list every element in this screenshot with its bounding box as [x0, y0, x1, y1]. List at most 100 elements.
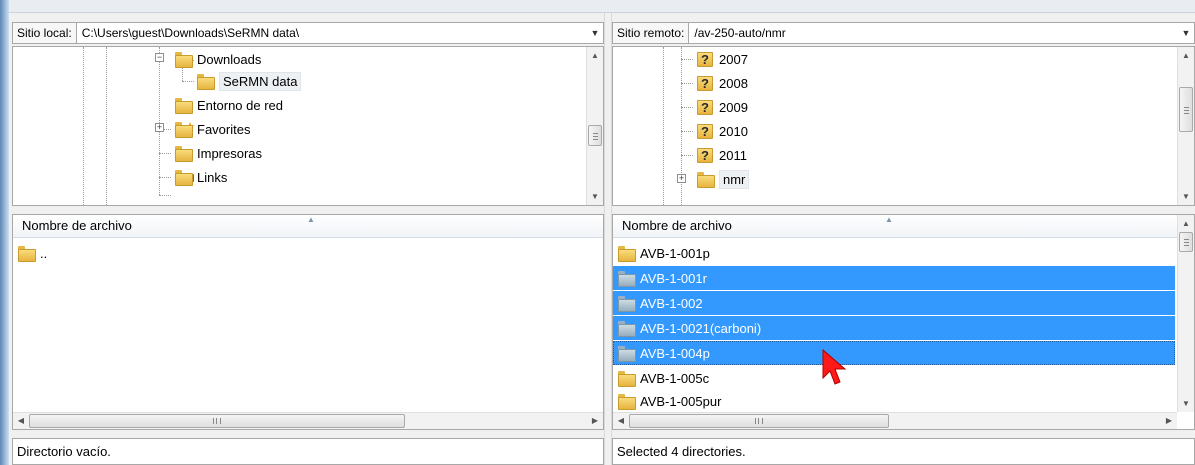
- scroll-thumb[interactable]: [1179, 87, 1193, 132]
- list-item-directory[interactable]: AVB-1-001p: [613, 241, 1175, 265]
- tree-item-impresoras[interactable]: Impresoras: [175, 141, 262, 165]
- scroll-down-arrow-icon[interactable]: ▼: [1178, 188, 1194, 205]
- top-toolbar-strip: [9, 0, 1195, 13]
- tree-item-nmr[interactable]: nmr: [697, 167, 750, 191]
- folder-icon: [618, 321, 636, 337]
- remote-list-vscrollbar[interactable]: ▲ ▼: [1177, 215, 1194, 412]
- folder-icon: [197, 74, 215, 90]
- tree-item-favorites[interactable]: ★ Favorites: [175, 117, 250, 141]
- folder-icon: [18, 246, 36, 262]
- remote-site-label: Sitio remoto:: [612, 22, 690, 44]
- scroll-up-arrow-icon[interactable]: ▲: [587, 47, 603, 64]
- tree-item-2008[interactable]: ? 2008: [697, 71, 748, 95]
- local-column-header-filename[interactable]: Nombre de archivo ▲: [13, 215, 603, 238]
- local-directory-tree[interactable]: − Downloads SeRMN data Entorno de red + …: [12, 46, 604, 206]
- folder-icon: [697, 172, 715, 188]
- remote-path-value[interactable]: /av-250-auto/nmr: [689, 26, 1178, 40]
- scroll-down-arrow-icon[interactable]: ▼: [1178, 395, 1194, 412]
- tree-item-label: Downloads: [197, 51, 262, 67]
- folder-icon: [618, 246, 636, 262]
- downloads-folder-icon: [175, 52, 194, 68]
- tree-item-downloads[interactable]: Downloads: [175, 47, 261, 71]
- file-name: AVB-1-0021(carboni): [640, 320, 762, 336]
- scroll-left-arrow-icon[interactable]: ◀: [13, 413, 29, 429]
- expand-nmr-expander[interactable]: +: [677, 174, 686, 183]
- chevron-down-icon[interactable]: ▼: [587, 28, 603, 38]
- tree-item-links[interactable]: Links: [175, 165, 227, 189]
- scroll-up-arrow-icon[interactable]: ▲: [1178, 47, 1194, 64]
- file-name: AVB-1-001p: [640, 245, 710, 261]
- list-item-directory-selected-focused[interactable]: AVB-1-004p: [613, 341, 1175, 365]
- list-item-directory[interactable]: AVB-1-005c: [613, 366, 1175, 390]
- folder-icon: [618, 346, 636, 362]
- file-name: ..: [40, 245, 48, 261]
- scroll-thumb[interactable]: [588, 125, 602, 146]
- remote-pane: Sitio remoto: /av-250-auto/nmr ▼ ? 2007 …: [612, 13, 1195, 465]
- file-name: AVB-1-002: [640, 295, 703, 311]
- tree-item-2010[interactable]: ? 2010: [697, 119, 748, 143]
- tree-item-label: 2007: [719, 51, 748, 67]
- local-list-hscrollbar[interactable]: ◀ ▶: [13, 412, 603, 429]
- remote-pane-splitter[interactable]: [612, 206, 1195, 214]
- pane-splitter-vertical[interactable]: [604, 13, 612, 465]
- folder-icon: [175, 146, 193, 162]
- expand-favorites-expander[interactable]: +: [155, 123, 164, 132]
- scroll-thumb[interactable]: [629, 414, 889, 428]
- tree-item-label: Entorno de red: [197, 97, 284, 113]
- list-item-directory[interactable]: AVB-1-005pur: [613, 389, 1175, 413]
- scroll-thumb[interactable]: [29, 414, 405, 428]
- remote-tree-scrollbar[interactable]: ▲ ▼: [1177, 47, 1194, 205]
- scroll-left-arrow-icon[interactable]: ◀: [613, 413, 629, 429]
- list-item-directory-selected[interactable]: AVB-1-002: [613, 291, 1175, 315]
- scroll-thumb[interactable]: [1179, 232, 1193, 252]
- unknown-folder-icon: ?: [697, 123, 713, 139]
- scroll-down-arrow-icon[interactable]: ▼: [587, 188, 603, 205]
- favorites-folder-icon: ★: [175, 122, 195, 138]
- scroll-right-arrow-icon[interactable]: ▶: [587, 413, 603, 429]
- tree-item-2007[interactable]: ? 2007: [697, 47, 748, 71]
- tree-item-sermn-data[interactable]: SeRMN data: [197, 69, 302, 93]
- local-tree-scrollbar[interactable]: ▲ ▼: [586, 47, 603, 205]
- folder-icon: [618, 296, 636, 312]
- tree-item-label: nmr: [719, 169, 750, 189]
- local-file-list[interactable]: Nombre de archivo ▲ .. ◀ ▶: [12, 214, 604, 430]
- remote-directory-tree[interactable]: ? 2007 ? 2008 ? 2009 ? 2010 ? 2011 + nmr…: [612, 46, 1195, 206]
- local-pane-splitter[interactable]: [12, 206, 604, 214]
- links-folder-icon: [175, 170, 194, 186]
- list-item-directory-selected[interactable]: AVB-1-001r: [613, 266, 1175, 290]
- chevron-down-icon[interactable]: ▼: [1178, 28, 1194, 38]
- tree-item-2009[interactable]: ? 2009: [697, 95, 748, 119]
- tree-item-entorno-de-red[interactable]: Entorno de red: [175, 93, 283, 117]
- folder-icon: [175, 98, 193, 114]
- local-pane: Sitio local: C:\Users\guest\Downloads\Se…: [12, 13, 604, 465]
- file-name: AVB-1-001r: [640, 270, 707, 286]
- remote-status-bar: Selected 4 directories.: [612, 438, 1195, 465]
- file-name: AVB-1-005c: [640, 370, 710, 386]
- file-name: AVB-1-005pur: [640, 393, 722, 409]
- tree-item-label: 2011: [719, 147, 747, 163]
- remote-path-bar: Sitio remoto: /av-250-auto/nmr ▼: [612, 21, 1195, 45]
- folder-icon: [618, 371, 636, 387]
- folder-icon: [618, 394, 636, 410]
- sort-ascending-icon: ▲: [885, 215, 893, 224]
- remote-list-hscrollbar[interactable]: ◀ ▶: [613, 412, 1177, 429]
- remote-path-combobox[interactable]: /av-250-auto/nmr ▼: [689, 22, 1195, 44]
- window-frame-edge: [0, 0, 9, 465]
- scroll-up-arrow-icon[interactable]: ▲: [1178, 215, 1194, 232]
- mouse-pointer-icon: [822, 348, 847, 385]
- collapse-downloads-expander[interactable]: −: [155, 53, 164, 62]
- tree-item-label: Links: [197, 169, 228, 185]
- local-path-bar: Sitio local: C:\Users\guest\Downloads\Se…: [12, 21, 604, 45]
- list-item-parent-directory[interactable]: ..: [13, 241, 47, 265]
- remote-file-list[interactable]: Nombre de archivo ▲ AVB-1-001p AVB-1-001…: [612, 214, 1195, 430]
- scroll-right-arrow-icon[interactable]: ▶: [1161, 413, 1177, 429]
- tree-item-2011[interactable]: ? 2011: [697, 143, 747, 167]
- tree-item-label: 2009: [719, 99, 748, 115]
- tree-item-label: Favorites: [197, 121, 251, 137]
- unknown-folder-icon: ?: [697, 99, 713, 115]
- list-item-directory-selected[interactable]: AVB-1-0021(carboni): [613, 316, 1175, 340]
- local-path-value[interactable]: C:\Users\guest\Downloads\SeRMN data\: [77, 26, 587, 40]
- remote-column-header-filename[interactable]: Nombre de archivo ▲: [613, 215, 1177, 238]
- tree-item-label: 2010: [719, 123, 748, 139]
- local-path-combobox[interactable]: C:\Users\guest\Downloads\SeRMN data\ ▼: [76, 22, 604, 44]
